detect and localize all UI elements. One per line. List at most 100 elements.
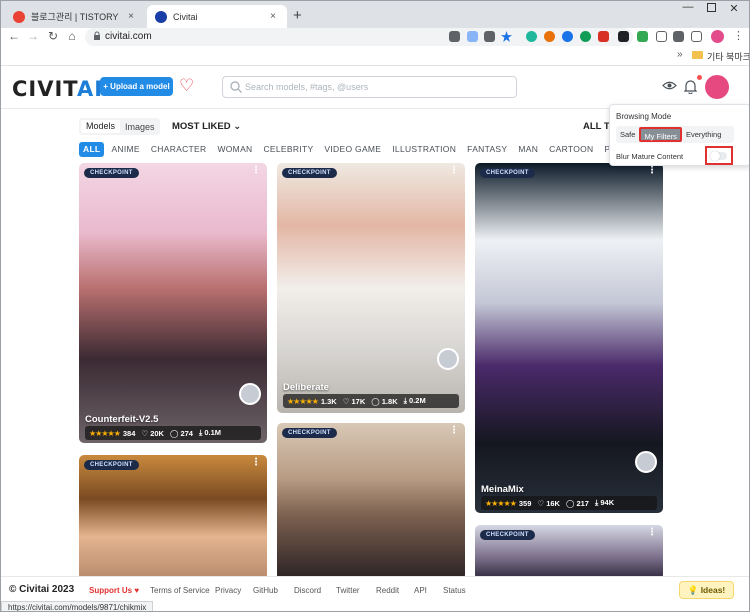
- profile-avatar-icon[interactable]: [711, 30, 724, 43]
- footer-link-terms[interactable]: Terms of Service: [150, 586, 210, 595]
- side-panel-icon[interactable]: [691, 31, 702, 42]
- new-tab-button[interactable]: +: [293, 7, 302, 24]
- tab-tistory[interactable]: 블로그관리 | TISTORY ×: [5, 5, 145, 28]
- likes-count: 16K: [546, 498, 560, 508]
- extension-red-icon[interactable]: [598, 31, 609, 42]
- creator-avatar[interactable]: [437, 348, 459, 370]
- category-character[interactable]: CHARACTER: [147, 142, 211, 157]
- tab-images[interactable]: Images: [120, 122, 160, 132]
- browsing-mode-everything-option[interactable]: Everything: [682, 130, 725, 139]
- back-arrow-icon[interactable]: ←: [7, 29, 21, 43]
- model-card[interactable]: CHECKPOINT ⋮ Counterfeit-V2.5 ★★★★★ 384 …: [79, 163, 267, 443]
- category-fantasy[interactable]: FANTASY: [463, 142, 511, 157]
- tab-close-icon[interactable]: ×: [267, 11, 279, 22]
- checkpoint-badge: CHECKPOINT: [84, 460, 139, 470]
- civitai-logo[interactable]: CIVITAI: [12, 77, 103, 101]
- browsing-mode-safe-option[interactable]: Safe: [616, 130, 639, 139]
- blur-mature-toggle[interactable]: [710, 151, 727, 161]
- model-card[interactable]: CHECKPOINT ⋮ MeinaMix ★★★★★ 359 ♡ 16K ◯ …: [475, 163, 663, 513]
- card-menu-icon[interactable]: ⋮: [449, 426, 459, 436]
- search-input[interactable]: [245, 80, 505, 94]
- footer-link-twitter[interactable]: Twitter: [336, 586, 360, 595]
- extension-blue-icon[interactable]: [562, 31, 573, 42]
- footer-link-status[interactable]: Status: [443, 586, 466, 595]
- window-close-icon[interactable]: ✕: [719, 2, 749, 15]
- extension-grammar-icon[interactable]: [526, 31, 537, 42]
- model-card[interactable]: CHECKPOINT ⋮: [79, 455, 267, 580]
- category-illustration[interactable]: ILLUSTRATION: [388, 142, 460, 157]
- cast-icon[interactable]: [484, 31, 495, 42]
- card-stats: ★★★★★ 359 ♡ 16K ◯ 217 ⤓ 94K: [481, 496, 657, 510]
- card-menu-icon[interactable]: ⋮: [251, 458, 261, 468]
- comments-count: 217: [576, 498, 589, 508]
- footer-link-privacy[interactable]: Privacy: [215, 586, 241, 595]
- notification-dot: [697, 75, 702, 80]
- browser-menu-icon[interactable]: ⋮: [733, 29, 744, 42]
- extension-green-icon[interactable]: [580, 31, 591, 42]
- card-menu-icon[interactable]: ⋮: [449, 166, 459, 176]
- comments-stat: ◯ 274: [169, 428, 193, 438]
- footer-copyright: © Civitai 2023: [9, 584, 75, 595]
- category-anime[interactable]: ANIME: [107, 142, 143, 157]
- extension-square-icon[interactable]: [656, 31, 667, 42]
- rating-count: 1.3K: [320, 396, 337, 406]
- forward-arrow-icon[interactable]: →: [26, 29, 40, 43]
- rating-stars-icon: ★★★★★: [287, 396, 319, 406]
- heart-icon[interactable]: ♡: [179, 76, 194, 96]
- card-menu-icon[interactable]: ⋮: [251, 166, 261, 176]
- model-card[interactable]: CHECKPOINT ⋮: [277, 423, 465, 580]
- heart-icon: ♥: [134, 586, 140, 595]
- card-menu-icon[interactable]: ⋮: [647, 528, 657, 538]
- home-icon[interactable]: ⌂: [65, 29, 79, 43]
- extension-green2-icon[interactable]: [637, 31, 648, 42]
- likes-stat: ♡ 16K: [537, 498, 560, 508]
- search-box[interactable]: [222, 76, 517, 98]
- footer-link-reddit[interactable]: Reddit: [376, 586, 399, 595]
- creator-avatar[interactable]: [239, 383, 261, 405]
- category-man[interactable]: MAN: [514, 142, 542, 157]
- model-card[interactable]: CHECKPOINT ⋮ Deliberate ★★★★★ 1.3K ♡ 17K…: [277, 163, 465, 413]
- extensions-puzzle-icon[interactable]: [673, 31, 684, 42]
- category-video-game[interactable]: VIDEO GAME: [320, 142, 385, 157]
- upload-model-button[interactable]: + Upload a model: [100, 77, 173, 96]
- model-card[interactable]: CHECKPOINT ⋮: [475, 525, 663, 580]
- category-woman[interactable]: WOMAN: [213, 142, 256, 157]
- rating-count: 384: [122, 428, 136, 438]
- ideas-button[interactable]: 💡 Ideas!: [679, 581, 734, 599]
- bell-icon[interactable]: [684, 79, 697, 94]
- footer-link-github[interactable]: GitHub: [253, 586, 278, 595]
- browsing-mode-my-filters-option[interactable]: My Filters: [639, 127, 682, 142]
- eye-icon[interactable]: [662, 80, 677, 91]
- other-bookmarks-label[interactable]: 기타 북마크: [707, 50, 749, 63]
- creator-avatar[interactable]: [635, 451, 657, 473]
- ideas-label: Ideas!: [700, 585, 726, 595]
- blur-mature-toggle-highlight: [705, 146, 733, 165]
- downloads-stat: ⤓ 0.2M: [403, 396, 426, 405]
- tab-civitai[interactable]: Civitai ×: [147, 5, 287, 28]
- rating-stars-icon: ★★★★★: [485, 498, 517, 508]
- translate-icon[interactable]: [449, 31, 460, 42]
- downloads-count: 0.2M: [409, 396, 426, 405]
- category-cartoon[interactable]: CARTOON: [545, 142, 597, 157]
- tab-strip: 블로그관리 | TISTORY × Civitai × + — ✕: [1, 1, 749, 28]
- support-us-link[interactable]: Support Us ♥: [89, 586, 139, 595]
- share-icon[interactable]: [467, 31, 478, 42]
- likes-stat: ♡ 17K: [342, 396, 366, 406]
- footer-link-api[interactable]: API: [414, 586, 427, 595]
- period-dropdown[interactable]: ALL TI: [583, 121, 612, 132]
- reload-icon[interactable]: ↻: [46, 29, 60, 43]
- bookmarks-more-icon[interactable]: »: [677, 49, 683, 60]
- footer-link-discord[interactable]: Discord: [294, 586, 321, 595]
- tab-models[interactable]: Models: [81, 120, 121, 133]
- category-all[interactable]: ALL: [79, 142, 105, 157]
- lightbulb-icon: 💡: [687, 584, 699, 595]
- extension-orange-icon[interactable]: [544, 31, 555, 42]
- user-avatar[interactable]: [705, 75, 729, 99]
- status-bar-url: https://civitai.com/models/9871/chikmix: [1, 601, 154, 611]
- extension-dark-icon[interactable]: [618, 31, 629, 42]
- card-menu-icon[interactable]: ⋮: [647, 166, 657, 176]
- tab-close-icon[interactable]: ×: [125, 11, 137, 22]
- category-celebrity[interactable]: CELEBRITY: [259, 142, 317, 157]
- sort-dropdown[interactable]: MOST LIKED ⌄: [172, 121, 241, 132]
- toggle-knob: [710, 151, 720, 161]
